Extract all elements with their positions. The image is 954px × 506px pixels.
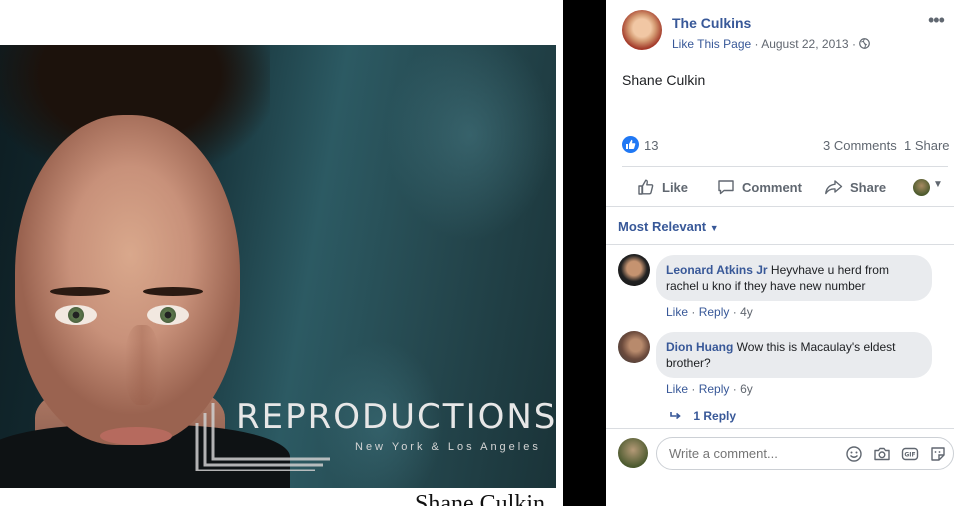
photo-right-brow xyxy=(143,287,203,296)
comment-actions: Like · Reply · 4y xyxy=(666,305,753,319)
photo-mouth xyxy=(100,427,172,445)
comment-reply-link[interactable]: Reply xyxy=(699,305,730,319)
filter-divider xyxy=(606,244,954,245)
shares-count-link[interactable]: 1 Share xyxy=(904,138,950,153)
photo-nose xyxy=(125,325,159,405)
post-text: Shane Culkin xyxy=(622,72,706,88)
comment-icon xyxy=(718,180,734,195)
comment-like-link[interactable]: Like xyxy=(666,382,688,396)
actions-divider xyxy=(606,206,954,207)
comment-author[interactable]: Dion Huang xyxy=(666,340,733,354)
gif-icon[interactable]: GIF xyxy=(901,445,919,463)
like-button-label: Like xyxy=(662,179,689,195)
more-options-icon[interactable]: ••• xyxy=(928,10,945,31)
share-arrow-icon xyxy=(825,180,843,195)
comment-filter-dropdown[interactable]: Most Relevant ▼ xyxy=(618,219,719,234)
like-button[interactable]: Like xyxy=(637,176,688,198)
view-replies-label: 1 Reply xyxy=(693,409,737,423)
chevron-down-icon[interactable]: ▼ xyxy=(933,179,943,190)
comment-composer[interactable]: GIF xyxy=(656,437,954,470)
view-replies-link[interactable]: 1 Reply xyxy=(670,409,736,423)
share-button-label: Share xyxy=(850,179,887,195)
photo-viewer: REPRODUCTIONS New York & Los Angeles Sha… xyxy=(0,0,563,506)
comment-bubble: Dion Huang Wow this is Macaulay's eldest… xyxy=(656,332,932,378)
chevron-down-icon: ▼ xyxy=(709,223,719,233)
emoji-icon[interactable] xyxy=(845,445,863,463)
comment-button-label: Comment xyxy=(742,179,802,195)
stats-divider xyxy=(622,166,948,167)
composer-avatar xyxy=(618,438,648,468)
reply-arrow-icon xyxy=(670,412,681,420)
svg-text:GIF: GIF xyxy=(904,452,915,459)
page-avatar[interactable] xyxy=(622,10,662,50)
photo-caption-fragment: Shane Culkin xyxy=(415,491,545,506)
viewer-avatar[interactable] xyxy=(913,179,930,196)
watermark-logo-subtitle: New York & Los Angeles xyxy=(355,441,541,453)
photo-face xyxy=(15,115,240,445)
post-sidebar: The Culkins Like This Page · August 22, … xyxy=(606,0,954,506)
comment-age[interactable]: 6y xyxy=(740,382,753,396)
comment-age[interactable]: 4y xyxy=(740,305,753,319)
comment-button[interactable]: Comment xyxy=(717,176,802,198)
photo-left-eye xyxy=(55,305,97,325)
comment-bubble: Leonard Atkins Jr Heyvhave u herd from r… xyxy=(656,255,932,301)
comment-actions: Like · Reply · 6y xyxy=(666,382,753,396)
globe-icon xyxy=(859,38,871,49)
comment-input[interactable] xyxy=(669,446,829,461)
camera-icon[interactable] xyxy=(873,445,891,463)
photo-left-brow xyxy=(50,287,110,296)
comment-like-link[interactable]: Like xyxy=(666,305,688,319)
comment-filter-label: Most Relevant xyxy=(618,219,707,234)
post-meta: Like This Page · August 22, 2013 · xyxy=(672,37,871,51)
sticker-icon[interactable] xyxy=(929,445,947,463)
commenter-avatar[interactable] xyxy=(618,254,650,286)
share-button[interactable]: Share xyxy=(824,176,886,198)
reaction-count[interactable]: 13 xyxy=(644,138,658,153)
meta-separator: · xyxy=(851,37,856,51)
comment-reply-link[interactable]: Reply xyxy=(699,382,730,396)
page-name-link[interactable]: The Culkins xyxy=(672,15,751,31)
composer-divider xyxy=(606,428,954,429)
post-date[interactable]: August 22, 2013 xyxy=(761,37,848,51)
comments-count-link[interactable]: 3 Comments xyxy=(823,138,897,153)
like-page-link[interactable]: Like This Page xyxy=(672,37,751,51)
commenter-avatar[interactable] xyxy=(618,331,650,363)
post-photo[interactable]: REPRODUCTIONS New York & Los Angeles xyxy=(0,45,556,488)
photo-right-eye xyxy=(147,305,189,325)
meta-separator: · xyxy=(754,37,759,51)
comment-author[interactable]: Leonard Atkins Jr xyxy=(666,263,768,277)
watermark-logo-text: REPRODUCTIONS xyxy=(236,397,556,437)
like-reaction-icon[interactable] xyxy=(622,136,639,153)
thumbs-up-icon xyxy=(638,179,654,195)
